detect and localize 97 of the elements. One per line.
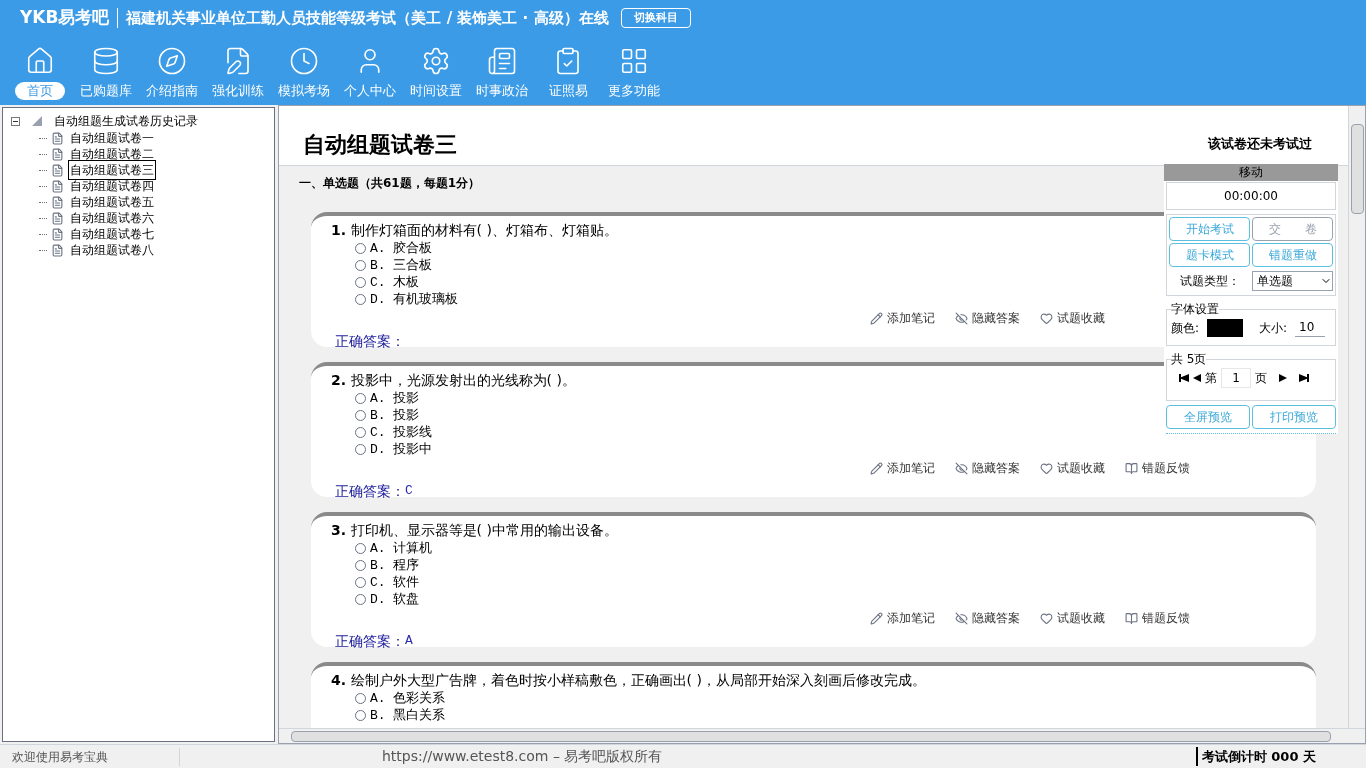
eye-icon xyxy=(955,611,968,625)
pencil-icon xyxy=(870,611,883,625)
tree-item[interactable]: 自动组题试卷一 xyxy=(68,129,156,147)
question-text: 3. 打印机、显示器等是( )中常用的输出设备。 xyxy=(331,521,618,540)
exam-countdown: 考试倒计时 000 天 xyxy=(1195,746,1316,767)
book-icon xyxy=(1125,461,1138,475)
document-icon xyxy=(51,211,64,225)
tree-root[interactable]: 自动组题生成试卷历史记录 xyxy=(54,112,198,130)
question-text: 1. 制作灯箱面的材料有( )、灯箱布、灯箱贴。 xyxy=(331,221,618,240)
heart-icon xyxy=(1040,461,1053,475)
vertical-scrollbar[interactable] xyxy=(1348,106,1365,728)
question-action[interactable]: 添加笔记 xyxy=(870,609,935,627)
option-radio[interactable]: D. 软盘 xyxy=(355,591,420,608)
heart-icon xyxy=(1040,311,1053,325)
question-action[interactable]: 隐藏答案 xyxy=(955,609,1020,627)
option-radio[interactable]: D. 投影中 xyxy=(355,441,433,458)
paper-title: 自动组题试卷三 xyxy=(303,131,457,159)
eye-icon xyxy=(955,311,968,325)
copyright-text: https://www.etest8.com – 易考吧版权所有 xyxy=(382,747,663,766)
question-action[interactable]: 错题反馈 xyxy=(1125,459,1190,477)
answer-value: A xyxy=(405,632,413,650)
next-page-icon[interactable] xyxy=(1279,374,1287,382)
timer: 00:00:00 xyxy=(1166,182,1336,210)
option-radio[interactable]: B. 投影 xyxy=(355,407,420,424)
home-icon xyxy=(25,46,55,76)
document-icon xyxy=(51,163,64,177)
newspaper-icon xyxy=(487,46,517,76)
type-select[interactable]: 单选题 xyxy=(1252,271,1333,291)
question-action[interactable]: 错题反馈 xyxy=(1125,609,1190,627)
answer-label: 正确答案： xyxy=(335,632,405,651)
option-radio[interactable]: D. 有机玻璃板 xyxy=(355,291,459,308)
option-radio[interactable]: C. 投影线 xyxy=(355,424,433,441)
type-label: 试题类型： xyxy=(1178,273,1241,290)
option-radio[interactable]: A. 胶合板 xyxy=(355,240,433,257)
tree-item[interactable]: 自动组题试卷五 xyxy=(68,193,156,211)
tree-item[interactable]: 自动组题试卷六 xyxy=(68,209,156,227)
page-field[interactable]: 1 xyxy=(1221,368,1251,388)
logo: YKB易考吧 xyxy=(20,6,110,30)
question-text: 2. 投影中，光源发射出的光线称为( )。 xyxy=(331,371,576,390)
color-swatch[interactable] xyxy=(1207,318,1244,337)
compass-icon xyxy=(157,46,187,76)
collapse-icon[interactable] xyxy=(11,116,20,126)
grid-icon xyxy=(619,46,649,76)
question-action[interactable]: 隐藏答案 xyxy=(955,459,1020,477)
document-icon xyxy=(51,179,64,193)
tree-item[interactable]: 自动组题试卷七 xyxy=(68,225,156,243)
group-title: 字体设置 xyxy=(1171,301,1219,318)
document-icon xyxy=(51,243,64,257)
welcome-text: 欢迎使用易考宝典 xyxy=(0,747,180,766)
first-page-icon[interactable] xyxy=(1179,374,1189,382)
option-radio[interactable]: C. 软件 xyxy=(355,574,420,591)
size-label: 大小: xyxy=(1259,319,1288,337)
horizontal-scrollbar[interactable] xyxy=(279,728,1365,743)
size-field[interactable]: 10 xyxy=(1295,318,1326,337)
tree-item[interactable]: 自动组题试卷三 xyxy=(68,160,156,180)
question-text: 4. 绘制户外大型广告牌，着色时按小样稿敷色，正确画出( )，从局部开始深入刻画后修改完成。 xyxy=(331,671,926,690)
book-icon xyxy=(1125,611,1138,625)
answer-label: 正确答案： xyxy=(335,482,405,501)
question-action[interactable]: 试题收藏 xyxy=(1040,459,1105,477)
option-radio[interactable]: B. 黑白关系 xyxy=(355,707,446,724)
question-action[interactable]: 添加笔记 xyxy=(870,459,935,477)
previous-page-icon[interactable] xyxy=(1193,374,1201,382)
page-suffix: 页 xyxy=(1255,370,1267,387)
question-action[interactable]: 试题收藏 xyxy=(1040,309,1105,327)
document-icon xyxy=(51,147,64,161)
tree-item[interactable]: 自动组题试卷二 xyxy=(68,145,156,163)
move-bar[interactable]: 移动 xyxy=(1164,164,1338,181)
heart-icon xyxy=(1040,611,1053,625)
question-action[interactable]: 试题收藏 xyxy=(1040,609,1105,627)
document-icon xyxy=(51,195,64,209)
eye-icon xyxy=(955,461,968,475)
color-label: 颜色: xyxy=(1171,319,1200,337)
question-action[interactable]: 隐藏答案 xyxy=(955,309,1020,327)
option-radio[interactable]: B. 程序 xyxy=(355,557,420,574)
database-icon xyxy=(91,46,121,76)
pencil-icon xyxy=(870,461,883,475)
tree-item[interactable]: 自动组题试卷四 xyxy=(68,177,156,195)
option-radio[interactable]: A. 投影 xyxy=(355,390,420,407)
paper-status: 该试卷还未考试过 xyxy=(1208,134,1312,153)
section-heading: 一、单选题（共61题，每题1分） xyxy=(299,175,481,192)
answer-label: 正确答案： xyxy=(335,332,405,351)
last-page-icon[interactable] xyxy=(1299,374,1309,382)
tree-item[interactable]: 自动组题试卷八 xyxy=(68,241,156,259)
clock-icon xyxy=(289,46,319,76)
group-title: 共 5页 xyxy=(1171,351,1207,368)
option-radio[interactable]: B. 三合板 xyxy=(355,257,433,274)
document-icon xyxy=(51,227,64,241)
question-action[interactable]: 添加笔记 xyxy=(870,309,935,327)
pencil-icon xyxy=(870,311,883,325)
answer-value: C xyxy=(405,482,413,500)
document-icon xyxy=(51,131,64,145)
settings-icon xyxy=(421,46,451,76)
option-radio[interactable]: A. 计算机 xyxy=(355,540,433,557)
page-prefix: 第 xyxy=(1205,370,1217,387)
option-radio[interactable]: C. 木板 xyxy=(355,274,420,291)
app-title: 福建机关事业单位工勤人员技能等级考试（美工 / 装饰美工 · 高级）在线 xyxy=(126,7,609,29)
option-radio[interactable]: A. 色彩关系 xyxy=(355,690,446,707)
